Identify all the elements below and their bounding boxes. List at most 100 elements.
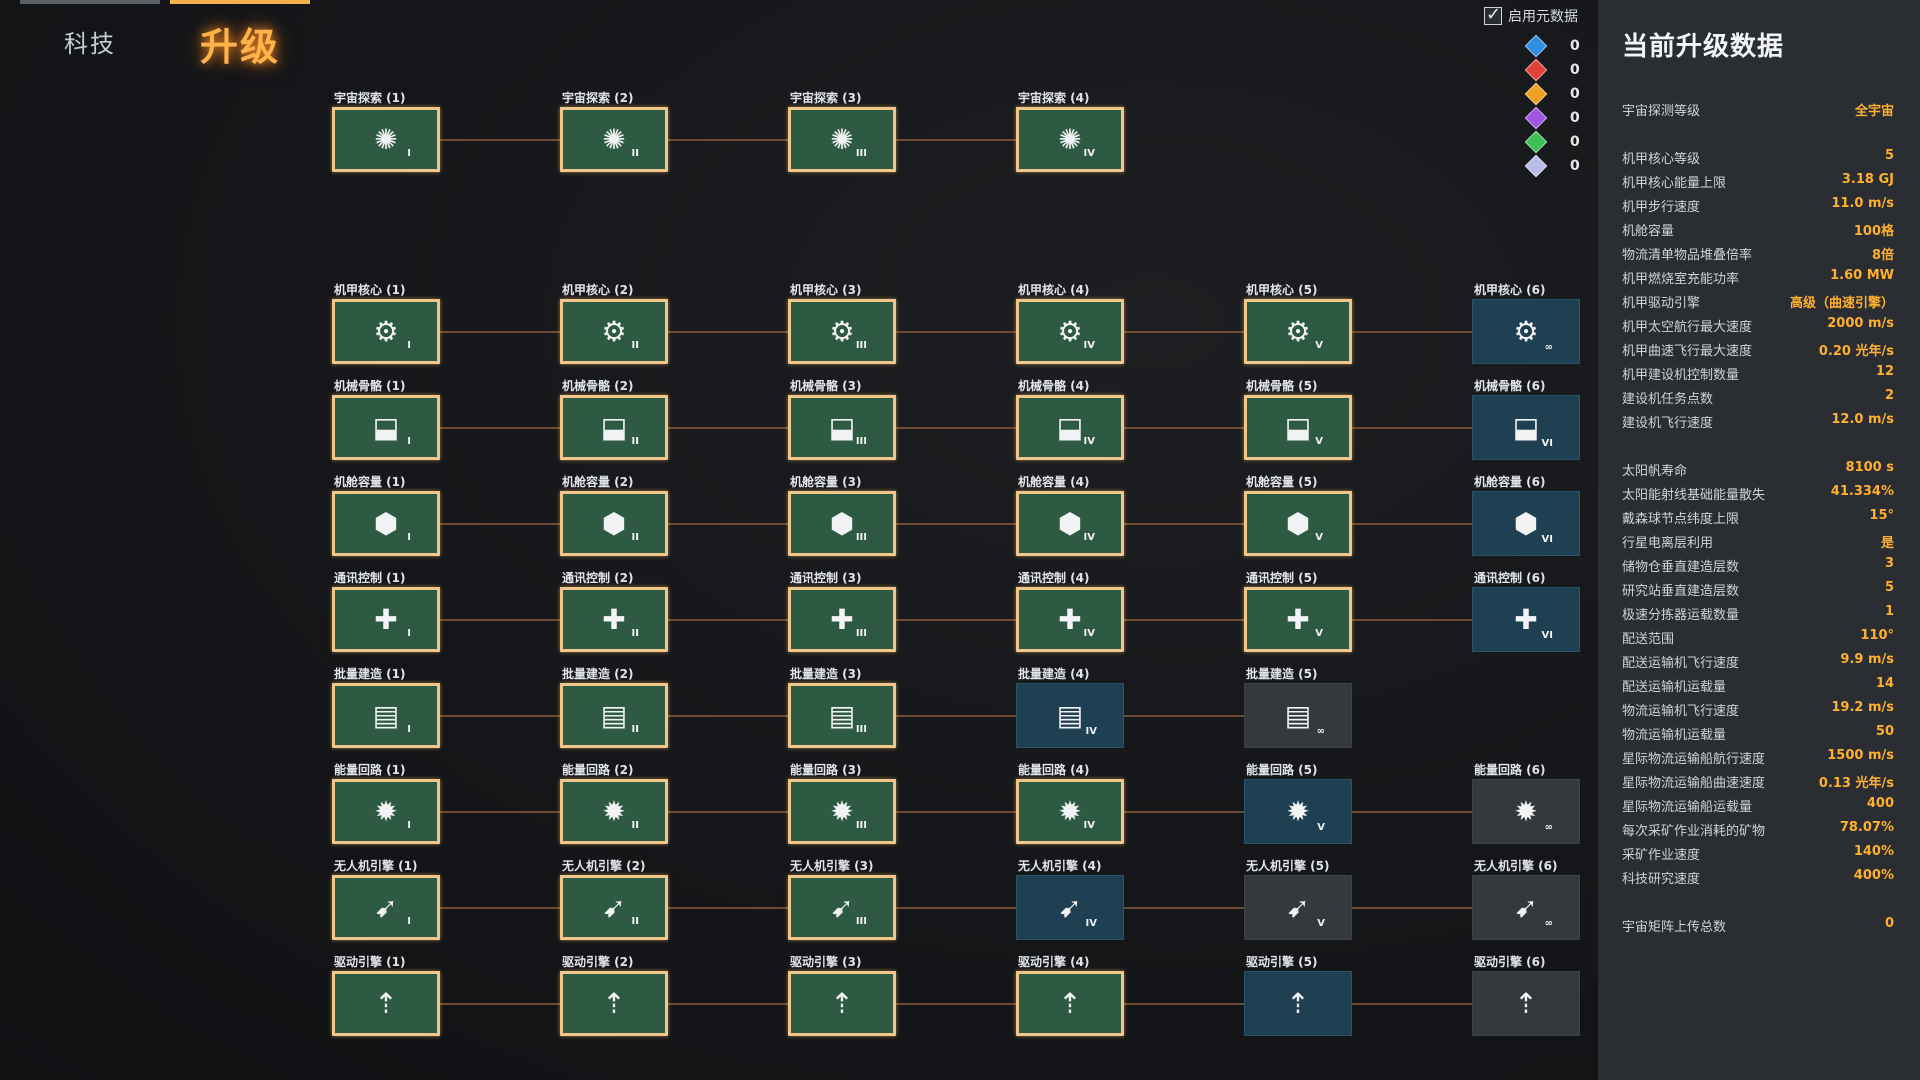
upgrade-node[interactable]: 驱动引擎 (2) ⇡ [560,955,668,1036]
upgrade-node-box[interactable]: ▤ II [560,683,668,748]
upgrade-node[interactable]: 宇宙探索 (4) ✺ IV [1016,91,1124,172]
upgrade-node-box[interactable]: ✚ V [1244,587,1352,652]
upgrade-node-box[interactable]: ⬓ II [560,395,668,460]
upgrade-node-box[interactable]: ⚙ V [1244,299,1352,364]
upgrade-node[interactable]: 能量回路 (1) ✹ I [332,763,440,844]
upgrade-node-box[interactable]: ⇡ [560,971,668,1036]
upgrade-node[interactable]: 机械骨骼 (3) ⬓ III [788,379,896,460]
upgrade-node[interactable]: 机械骨骼 (4) ⬓ IV [1016,379,1124,460]
upgrade-node-box[interactable]: ➹ V [1244,875,1352,940]
upgrade-node[interactable]: 能量回路 (4) ✹ IV [1016,763,1124,844]
upgrade-node[interactable]: 机舱容量 (2) ⬢ II [560,475,668,556]
upgrade-node-box[interactable]: ✚ IV [1016,587,1124,652]
upgrade-node[interactable]: 机械骨骼 (5) ⬓ V [1244,379,1352,460]
upgrade-node[interactable]: 能量回路 (5) ✹ V [1244,763,1352,844]
upgrade-node-box[interactable]: ⚙ IV [1016,299,1124,364]
upgrade-node-box[interactable]: ✚ III [788,587,896,652]
upgrade-node-box[interactable]: ⬢ V [1244,491,1352,556]
upgrade-node[interactable]: 无人机引擎 (4) ➹ IV [1016,859,1124,940]
upgrade-node[interactable]: 通讯控制 (1) ✚ I [332,571,440,652]
upgrade-node[interactable]: 机舱容量 (1) ⬢ I [332,475,440,556]
upgrade-node[interactable]: 机械骨骼 (2) ⬓ II [560,379,668,460]
upgrade-node-box[interactable]: ▤ IV [1016,683,1124,748]
upgrade-node[interactable]: 宇宙探索 (2) ✺ II [560,91,668,172]
upgrade-node-box[interactable]: ⬓ III [788,395,896,460]
upgrade-node[interactable]: 能量回路 (3) ✹ III [788,763,896,844]
upgrade-node[interactable]: 批量建造 (3) ▤ III [788,667,896,748]
upgrade-node-box[interactable]: ⬢ III [788,491,896,556]
upgrade-node[interactable]: 通讯控制 (6) ✚ VI [1472,571,1580,652]
upgrade-node-box[interactable]: ⬢ I [332,491,440,556]
upgrade-node[interactable]: 通讯控制 (3) ✚ III [788,571,896,652]
upgrade-node-box[interactable]: ▤ I [332,683,440,748]
upgrade-node[interactable]: 驱动引擎 (3) ⇡ [788,955,896,1036]
upgrade-node[interactable]: 机舱容量 (3) ⬢ III [788,475,896,556]
upgrade-node[interactable]: 机甲核心 (4) ⚙ IV [1016,283,1124,364]
metadata-checkbox[interactable] [1484,4,1502,25]
metadata-toggle[interactable]: 启用元数据 [1484,4,1578,26]
upgrade-node[interactable]: 批量建造 (4) ▤ IV [1016,667,1124,748]
upgrade-node-box[interactable]: ⬓ V [1244,395,1352,460]
upgrade-node[interactable]: 机甲核心 (3) ⚙ III [788,283,896,364]
upgrade-node[interactable]: 能量回路 (2) ✹ II [560,763,668,844]
upgrade-node[interactable]: 机甲核心 (1) ⚙ I [332,283,440,364]
upgrade-node-box[interactable]: ➹ II [560,875,668,940]
upgrade-node-box[interactable]: ➹ III [788,875,896,940]
upgrade-node-box[interactable]: ⇡ [1016,971,1124,1036]
upgrade-node[interactable]: 批量建造 (2) ▤ II [560,667,668,748]
upgrade-node-box[interactable]: ✚ I [332,587,440,652]
upgrade-node-box[interactable]: ✹ V [1244,779,1352,844]
upgrade-node[interactable]: 无人机引擎 (6) ➹ ∞ [1472,859,1580,940]
upgrade-node[interactable]: 机舱容量 (5) ⬢ V [1244,475,1352,556]
upgrade-node-box[interactable]: ⚙ ∞ [1472,299,1580,364]
upgrade-node[interactable]: 机甲核心 (2) ⚙ II [560,283,668,364]
upgrade-node-box[interactable]: ⚙ I [332,299,440,364]
upgrade-node-box[interactable]: ⬓ IV [1016,395,1124,460]
upgrade-node[interactable]: 无人机引擎 (1) ➹ I [332,859,440,940]
upgrade-node-box[interactable]: ⚙ II [560,299,668,364]
upgrade-node[interactable]: 机甲核心 (6) ⚙ ∞ [1472,283,1580,364]
upgrade-node[interactable]: 机械骨骼 (6) ⬓ VI [1472,379,1580,460]
upgrade-node-box[interactable]: ✹ I [332,779,440,844]
upgrade-node-box[interactable]: ✚ VI [1472,587,1580,652]
upgrade-node-box[interactable]: ⬢ VI [1472,491,1580,556]
upgrade-node-box[interactable]: ➹ I [332,875,440,940]
tab-tech[interactable]: 科技 [64,24,116,59]
upgrade-node-box[interactable]: ✺ II [560,107,668,172]
upgrade-node-box[interactable]: ➹ ∞ [1472,875,1580,940]
upgrade-node[interactable]: 宇宙探索 (1) ✺ I [332,91,440,172]
upgrade-node[interactable]: 无人机引擎 (2) ➹ II [560,859,668,940]
upgrade-node-box[interactable]: ⬢ II [560,491,668,556]
upgrade-node-box[interactable]: ⇡ [788,971,896,1036]
upgrade-node-box[interactable]: ✚ II [560,587,668,652]
upgrade-node-box[interactable]: ✺ III [788,107,896,172]
upgrade-node[interactable]: 无人机引擎 (5) ➹ V [1244,859,1352,940]
upgrade-node-box[interactable]: ⚙ III [788,299,896,364]
upgrade-node-box[interactable]: ⇡ [332,971,440,1036]
upgrade-node[interactable]: 驱动引擎 (6) ⇡ [1472,955,1580,1036]
upgrade-node-box[interactable]: ✹ II [560,779,668,844]
upgrade-node-box[interactable]: ✹ IV [1016,779,1124,844]
upgrade-node[interactable]: 宇宙探索 (3) ✺ III [788,91,896,172]
upgrade-node-box[interactable]: ⬢ IV [1016,491,1124,556]
tab-upgrade[interactable]: 升级 [200,16,280,71]
upgrade-node-box[interactable]: ✹ III [788,779,896,844]
upgrade-node[interactable]: 驱动引擎 (4) ⇡ [1016,955,1124,1036]
upgrade-node[interactable]: 无人机引擎 (3) ➹ III [788,859,896,940]
upgrade-node-box[interactable]: ⬓ I [332,395,440,460]
upgrade-node-box[interactable]: ✺ I [332,107,440,172]
upgrade-node[interactable]: 机舱容量 (6) ⬢ VI [1472,475,1580,556]
upgrade-node[interactable]: 通讯控制 (4) ✚ IV [1016,571,1124,652]
upgrade-node-box[interactable]: ➹ IV [1016,875,1124,940]
upgrade-node-box[interactable]: ⬓ VI [1472,395,1580,460]
upgrade-node-box[interactable]: ⇡ [1244,971,1352,1036]
upgrade-node-box[interactable]: ▤ III [788,683,896,748]
upgrade-node[interactable]: 批量建造 (1) ▤ I [332,667,440,748]
upgrade-node[interactable]: 机械骨骼 (1) ⬓ I [332,379,440,460]
upgrade-node[interactable]: 通讯控制 (2) ✚ II [560,571,668,652]
upgrade-node-box[interactable]: ✹ ∞ [1472,779,1580,844]
upgrade-node[interactable]: 机舱容量 (4) ⬢ IV [1016,475,1124,556]
upgrade-node-box[interactable]: ⇡ [1472,971,1580,1036]
upgrade-node[interactable]: 通讯控制 (5) ✚ V [1244,571,1352,652]
upgrade-node[interactable]: 机甲核心 (5) ⚙ V [1244,283,1352,364]
